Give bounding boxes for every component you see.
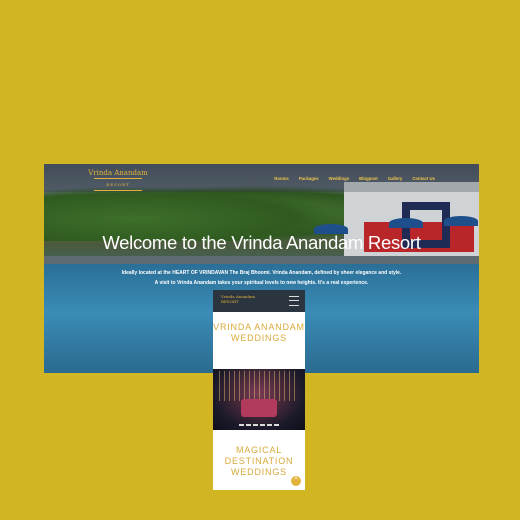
logo-divider — [94, 190, 142, 191]
umbrella-icon — [389, 218, 423, 228]
site-logo[interactable]: Vrinda Anandam RESORT — [88, 169, 148, 192]
nav-item-blogpost[interactable]: Blogpost — [359, 176, 378, 181]
carousel-dots[interactable] — [239, 424, 279, 426]
wedding-image — [213, 369, 305, 430]
mobile-logo-subtext: RESORT — [221, 299, 239, 304]
logo-divider — [94, 178, 142, 179]
destination-heading: MAGICAL DESTINATION WEDDINGS — [224, 445, 294, 477]
nav-item-contact-us[interactable]: Contact Us — [412, 176, 435, 181]
nav-item-weddings[interactable]: Weddings — [329, 176, 349, 181]
nav-item-rooms[interactable]: Rooms — [274, 176, 289, 181]
umbrella-icon — [444, 216, 478, 226]
hero-text-part: Ideally located at the — [121, 270, 173, 276]
nav-item-gallery[interactable]: Gallery — [388, 176, 403, 181]
hamburger-menu-icon[interactable] — [289, 296, 299, 306]
logo-text: Vrinda Anandam — [88, 169, 148, 177]
wedding-stage — [241, 399, 277, 417]
hero-text-part: The Braj Bhoomi. Vrinda Anandam, defined… — [228, 270, 402, 276]
hero-text-line-1: Ideally located at the HEART OF VRINDAVA… — [44, 270, 479, 276]
hero-text-line-2: A visit to Vrinda Anandam takes your spi… — [154, 280, 369, 286]
hero-title: Welcome to the Vrinda Anandam Resort — [102, 232, 421, 253]
logo-subtext: RESORT — [106, 182, 130, 187]
decor-lights — [219, 371, 299, 401]
mobile-header: Vrinda Anandam RESORT — [213, 290, 305, 312]
mobile-mockup: Vrinda Anandam RESORT VRINDA ANANDAM WED… — [213, 290, 305, 490]
hero-text-highlight: HEART OF VRINDAVAN — [172, 270, 229, 276]
nav-menu: Rooms Packages Weddings Blogpost Gallery… — [274, 176, 435, 181]
mobile-logo[interactable]: Vrinda Anandam RESORT — [221, 294, 255, 304]
chevron-up-icon[interactable]: ^ — [291, 476, 301, 486]
weddings-heading: VRINDA ANANDAM WEDDINGS — [213, 322, 305, 343]
top-nav: Vrinda Anandam RESORT Rooms Packages Wed… — [44, 164, 479, 192]
nav-item-packages[interactable]: Packages — [299, 176, 319, 181]
